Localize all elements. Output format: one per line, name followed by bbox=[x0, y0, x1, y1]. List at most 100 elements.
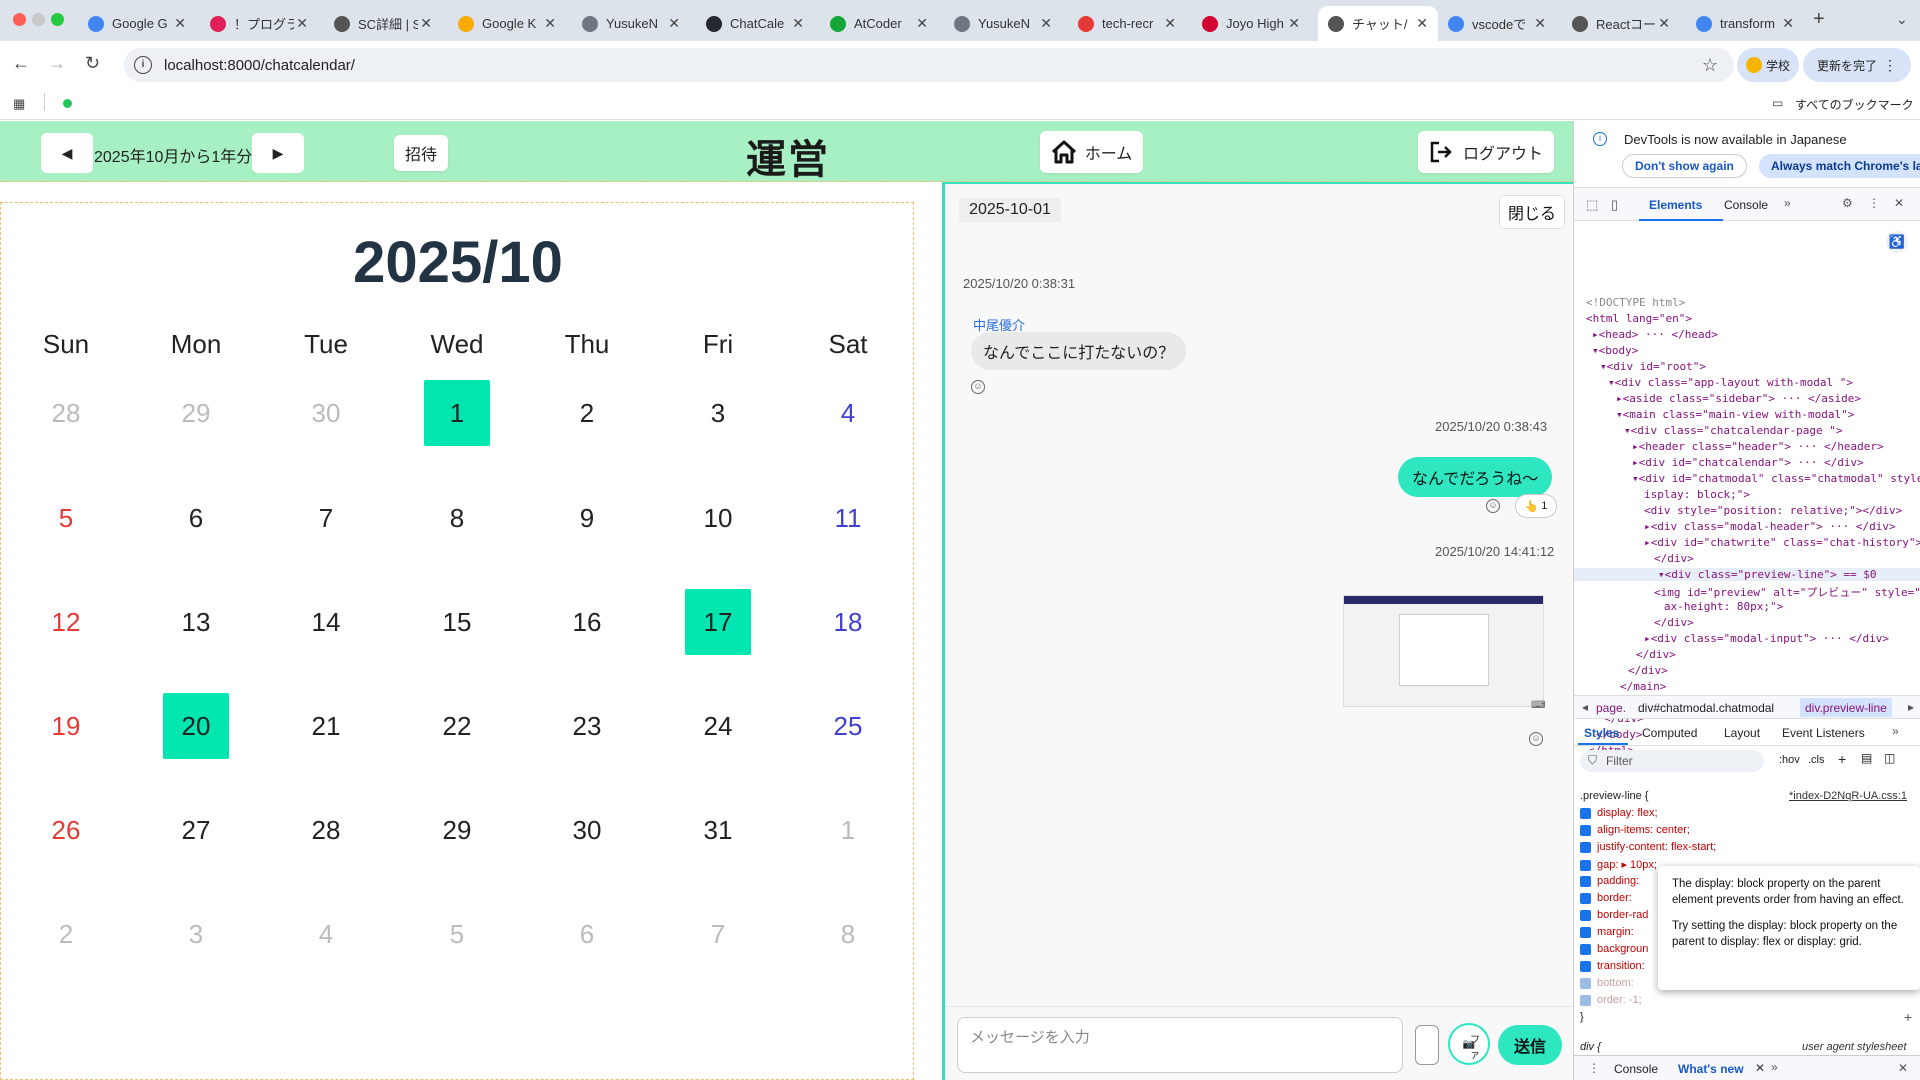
minimize-window-icon[interactable] bbox=[32, 13, 45, 26]
calendar-day[interactable]: 10 bbox=[685, 485, 751, 551]
property-checkbox[interactable] bbox=[1580, 859, 1591, 871]
drawer-tab-whats-new[interactable]: What's new bbox=[1678, 1062, 1744, 1076]
browser-tab[interactable]: Google K ✕ bbox=[448, 6, 566, 41]
add-reaction-icon[interactable]: ☺ bbox=[1486, 499, 1500, 513]
extension-dot-icon[interactable] bbox=[63, 99, 72, 108]
dom-node-line[interactable]: </div> bbox=[1628, 664, 1668, 677]
calendar-day[interactable]: 4 bbox=[815, 380, 881, 446]
tab-close-icon[interactable]: ✕ bbox=[174, 15, 186, 32]
site-info-icon[interactable]: i bbox=[134, 56, 152, 74]
property-checkbox[interactable] bbox=[1580, 892, 1591, 904]
calendar-day[interactable]: 28 bbox=[293, 797, 359, 863]
calendar-day[interactable]: 23 bbox=[554, 693, 620, 759]
close-button[interactable]: 閉じる bbox=[1499, 195, 1565, 229]
calendar-day[interactable]: 15 bbox=[424, 589, 490, 655]
css-property-row[interactable]: justify-content: flex-start; bbox=[1580, 841, 1716, 853]
calendar-day[interactable]: 9 bbox=[554, 485, 620, 551]
apps-grid-icon[interactable]: ▦ bbox=[13, 96, 25, 112]
close-devtools-icon[interactable]: ✕ bbox=[1894, 196, 1904, 210]
styles-filter-input[interactable]: ⛉ Filter bbox=[1580, 750, 1764, 772]
browser-tab[interactable]: tech-recr ✕ bbox=[1068, 6, 1186, 41]
tab-close-icon[interactable]: ✕ bbox=[1040, 15, 1052, 32]
paint-icon[interactable]: ▤ bbox=[1861, 751, 1872, 765]
accessibility-icon[interactable]: ♿ bbox=[1886, 231, 1908, 253]
invite-button[interactable]: 招待 bbox=[394, 135, 448, 171]
tab-console[interactable]: Console bbox=[1724, 198, 1768, 212]
tab-close-icon[interactable]: ✕ bbox=[916, 15, 928, 32]
calendar-day[interactable]: 7 bbox=[685, 901, 751, 967]
more-tabs-icon[interactable]: » bbox=[1784, 196, 1791, 210]
tab-close-icon[interactable]: ✕ bbox=[668, 15, 680, 32]
new-tab-button[interactable]: + bbox=[1813, 8, 1825, 31]
dom-node-line[interactable]: ▾<body> bbox=[1592, 344, 1638, 357]
css-property-row[interactable]: backgroun bbox=[1580, 943, 1648, 955]
property-checkbox[interactable] bbox=[1580, 994, 1591, 1006]
calendar-day[interactable]: 24 bbox=[685, 693, 751, 759]
calendar-day[interactable]: 8 bbox=[424, 485, 490, 551]
forward-icon[interactable]: → bbox=[48, 53, 66, 74]
calendar-day[interactable]: 4 bbox=[293, 901, 359, 967]
close-window-icon[interactable] bbox=[13, 13, 26, 26]
calendar-day-marked[interactable]: 17 bbox=[685, 589, 751, 655]
dont-show-again-button[interactable]: Don't show again bbox=[1622, 154, 1747, 178]
profile-button[interactable]: 学校 bbox=[1737, 48, 1799, 82]
add-reaction-icon[interactable]: ☺ bbox=[971, 380, 985, 394]
sidebar-toggle-icon[interactable]: ◫ bbox=[1884, 751, 1895, 765]
calendar-day[interactable]: 13 bbox=[163, 589, 229, 655]
drawer-tab-console[interactable]: Console bbox=[1614, 1062, 1658, 1076]
property-checkbox[interactable] bbox=[1580, 824, 1591, 836]
dom-node-line[interactable]: ▸<div id="chatcalendar"> ··· </div> bbox=[1632, 456, 1864, 469]
property-checkbox[interactable] bbox=[1580, 807, 1591, 819]
breadcrumb-right-icon[interactable]: ▸ bbox=[1908, 700, 1914, 714]
browser-tab[interactable]: SC詳細 | S ✕ bbox=[324, 6, 442, 41]
calendar-day[interactable]: 5 bbox=[33, 485, 99, 551]
close-whats-new-icon[interactable]: ✕ bbox=[1755, 1061, 1765, 1075]
browser-tab[interactable]: AtCoder ✕ bbox=[820, 6, 938, 41]
dom-node-line[interactable]: <img id="preview" alt="プレビュー" style="m bbox=[1654, 584, 1920, 600]
calendar-day[interactable]: 25 bbox=[815, 693, 881, 759]
css-property-row[interactable]: margin: bbox=[1580, 926, 1634, 938]
calendar-day[interactable]: 2 bbox=[33, 901, 99, 967]
tab-close-icon[interactable]: ✕ bbox=[1534, 15, 1546, 32]
logout-button[interactable]: ログアウト bbox=[1418, 131, 1554, 173]
css-property-row[interactable]: padding: bbox=[1580, 875, 1639, 887]
calendar-day[interactable]: 1 bbox=[815, 797, 881, 863]
property-checkbox[interactable] bbox=[1580, 943, 1591, 955]
calendar-day[interactable]: 8 bbox=[815, 901, 881, 967]
calendar-day-marked[interactable]: 20 bbox=[163, 693, 229, 759]
tab-close-icon[interactable]: ✕ bbox=[420, 15, 432, 32]
css-property-row[interactable]: display: flex; bbox=[1580, 807, 1658, 819]
property-checkbox[interactable] bbox=[1580, 926, 1591, 938]
calendar-day[interactable]: 6 bbox=[554, 901, 620, 967]
drawer-more-icon[interactable]: » bbox=[1771, 1060, 1778, 1074]
drawer-menu-icon[interactable]: ⋮ bbox=[1588, 1061, 1600, 1075]
dom-node-line[interactable]: ▸<div class="modal-header"> ··· </div> bbox=[1644, 520, 1896, 533]
bookmark-star-icon[interactable]: ☆ bbox=[1702, 55, 1722, 76]
property-checkbox[interactable] bbox=[1580, 977, 1591, 989]
add-property-icon[interactable]: + bbox=[1904, 1009, 1912, 1025]
calendar-day[interactable]: 28 bbox=[33, 380, 99, 446]
calendar-day[interactable]: 29 bbox=[163, 380, 229, 446]
calendar-day[interactable]: 31 bbox=[685, 797, 751, 863]
browser-tab[interactable]: チャット/ ✕ bbox=[1318, 6, 1438, 41]
css-property-row[interactable]: border-rad bbox=[1580, 909, 1648, 921]
camera-button[interactable]: 📷 ファ bbox=[1448, 1023, 1490, 1065]
update-button[interactable]: 更新を完了 ⋮ bbox=[1803, 48, 1911, 82]
breadcrumb-item[interactable]: page. bbox=[1596, 701, 1626, 715]
calendar-day[interactable]: 2 bbox=[554, 380, 620, 446]
maximize-window-icon[interactable] bbox=[51, 13, 64, 26]
calendar-day[interactable]: 30 bbox=[293, 380, 359, 446]
browser-tab[interactable]: Google G ✕ bbox=[78, 6, 196, 41]
dom-node-line[interactable]: </main> bbox=[1620, 680, 1666, 693]
hov-toggle[interactable]: :hov bbox=[1779, 754, 1800, 766]
tab-close-icon[interactable]: ✕ bbox=[1782, 15, 1794, 32]
css-property-row[interactable]: order: -1; bbox=[1580, 994, 1642, 1006]
calendar-day[interactable]: 16 bbox=[554, 589, 620, 655]
css-property-row[interactable]: border: bbox=[1580, 892, 1632, 904]
reaction-badge[interactable]: 👆 1 bbox=[1515, 494, 1557, 518]
breadcrumb-item-active[interactable]: div.preview-line bbox=[1800, 698, 1892, 717]
dom-node-line[interactable]: ▸<header class="header"> ··· </header> bbox=[1632, 440, 1884, 453]
rule-source-link[interactable]: *index-D2NqR-UA.css:1 bbox=[1789, 790, 1907, 802]
back-icon[interactable]: ← bbox=[12, 53, 30, 74]
device-toolbar-icon[interactable]: ▯ bbox=[1611, 197, 1618, 213]
